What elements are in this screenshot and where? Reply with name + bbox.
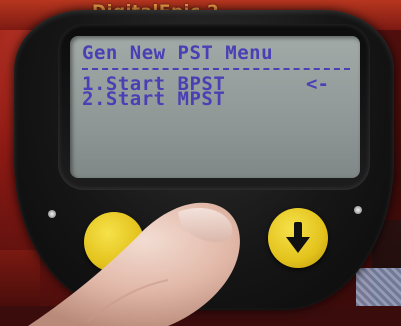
selection-cursor: <-: [306, 73, 329, 95]
menu-title-underline: [82, 68, 350, 70]
down-button[interactable]: [268, 208, 328, 268]
menu-item-start-mpst[interactable]: 2.Start MPST: [82, 90, 225, 109]
menu-title: Gen New PST Menu: [82, 42, 274, 64]
indicator-led-right: [354, 206, 362, 214]
lcd-screen: Gen New PST Menu 1.Start BPST 2.Start MP…: [70, 36, 360, 178]
down-arrow-icon: [286, 222, 310, 253]
finger-pressing-button: [28, 202, 240, 326]
cable: [356, 268, 401, 306]
